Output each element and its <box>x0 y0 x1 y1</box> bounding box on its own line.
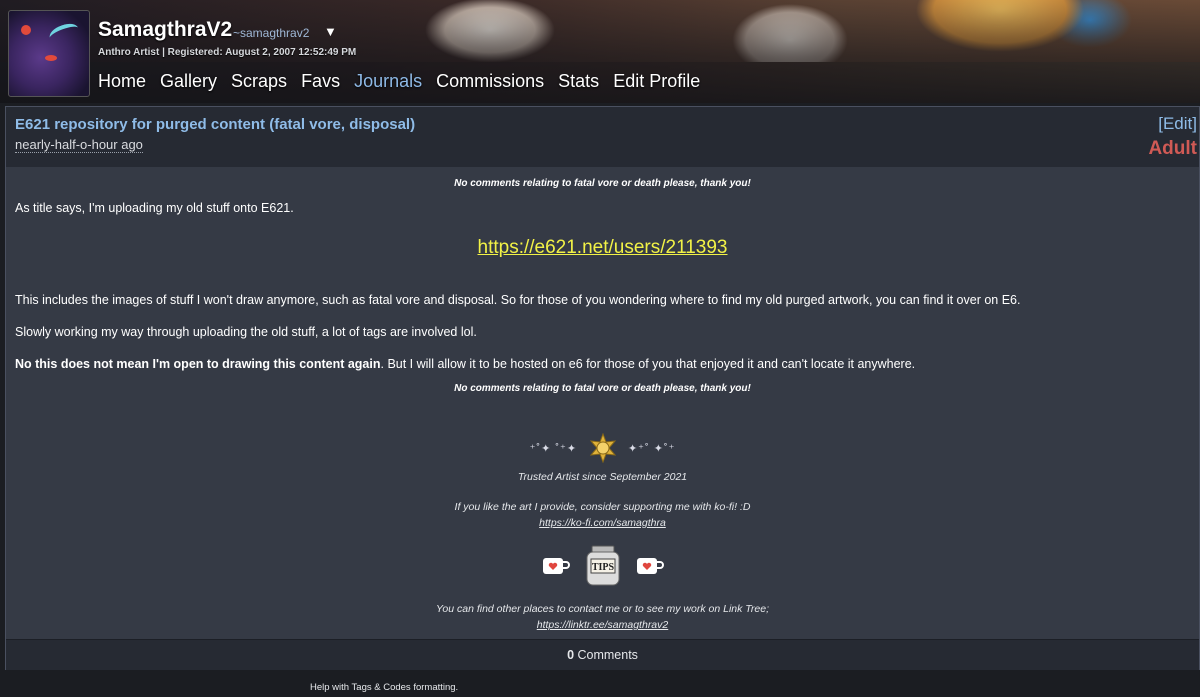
avatar[interactable] <box>8 10 90 97</box>
trusted-badge-row: ⁺˚✦ ˚⁺✦ ✦⁺˚ ✦˚⁺ <box>6 433 1199 463</box>
sparkle-icon: ✦⁺˚ ✦˚⁺ <box>627 443 676 456</box>
kofi-text: If you like the art I provide, consider … <box>454 501 751 513</box>
paragraph-4-rest: . But I will allow it to be hosted on e6… <box>380 357 916 371</box>
note-top: No comments relating to fatal vore or de… <box>454 178 751 189</box>
trusted-artist-text: Trusted Artist since September 2021 <box>517 471 688 483</box>
comments-bar[interactable]: 0 Comments <box>6 639 1199 670</box>
edit-link[interactable]: [Edit] <box>1158 114 1197 134</box>
comments-label: Comments <box>577 648 638 662</box>
tip-row: TIPS <box>6 545 1199 587</box>
help-tags-link[interactable]: Help with Tags & Codes formatting. <box>310 682 458 693</box>
nav-commissions[interactable]: Commissions <box>436 71 544 92</box>
journal-timestamp: nearly-half-o-hour ago <box>15 137 143 153</box>
paragraph-1: As title says, I'm uploading my old stuf… <box>15 201 294 215</box>
user-handle: ~samagthrav2 <box>233 26 310 40</box>
nav-gallery[interactable]: Gallery <box>160 71 217 92</box>
nav-journals[interactable]: Journals <box>354 71 422 92</box>
e621-link[interactable]: https://e621.net/users/211393 <box>6 237 1199 259</box>
nav-edit-profile[interactable]: Edit Profile <box>613 71 700 92</box>
paragraph-4-bold: No this does not mean I'm open to drawin… <box>15 357 381 371</box>
paragraph-2: This includes the images of stuff I won'… <box>15 293 1021 307</box>
journal-title[interactable]: E621 repository for purged content (fata… <box>15 116 415 133</box>
comment-count: 0 <box>567 648 575 662</box>
nav-home[interactable]: Home <box>98 71 146 92</box>
chevron-down-icon[interactable]: ▼ <box>324 24 337 39</box>
sparkle-icon: ⁺˚✦ ˚⁺✦ <box>529 443 578 456</box>
paragraph-3: Slowly working my way through uploading … <box>15 325 477 339</box>
svg-text:TIPS: TIPS <box>591 562 614 573</box>
kofi-cup-icon[interactable] <box>542 556 570 576</box>
user-subline: Anthro Artist | Registered: August 2, 20… <box>98 47 357 58</box>
paragraph-4: No this does not mean I'm open to drawin… <box>15 357 915 371</box>
nav-scraps[interactable]: Scraps <box>231 71 287 92</box>
kofi-cup-icon[interactable] <box>636 556 664 576</box>
linktree-link[interactable]: https://linktr.ee/samagthrav2 <box>6 619 1199 631</box>
journal-panel: E621 repository for purged content (fata… <box>5 106 1200 670</box>
rating-badge: Adult <box>1148 138 1197 159</box>
profile-nav: Home Gallery Scraps Favs Journals Commis… <box>98 71 714 92</box>
journal-header: E621 repository for purged content (fata… <box>6 107 1199 167</box>
nav-stats[interactable]: Stats <box>558 71 599 92</box>
tip-jar-icon[interactable]: TIPS <box>584 545 622 587</box>
medal-icon <box>589 433 616 463</box>
linktree-text: You can find other places to contact me … <box>435 603 770 615</box>
note-bottom: No comments relating to fatal vore or de… <box>454 383 751 394</box>
profile-header: SamagthraV2 ~samagthrav2 ▼ Anthro Artist… <box>0 0 1200 103</box>
kofi-link[interactable]: https://ko-fi.com/samagthra <box>6 517 1199 529</box>
nav-favs[interactable]: Favs <box>301 71 340 92</box>
username[interactable]: SamagthraV2 <box>98 18 232 42</box>
